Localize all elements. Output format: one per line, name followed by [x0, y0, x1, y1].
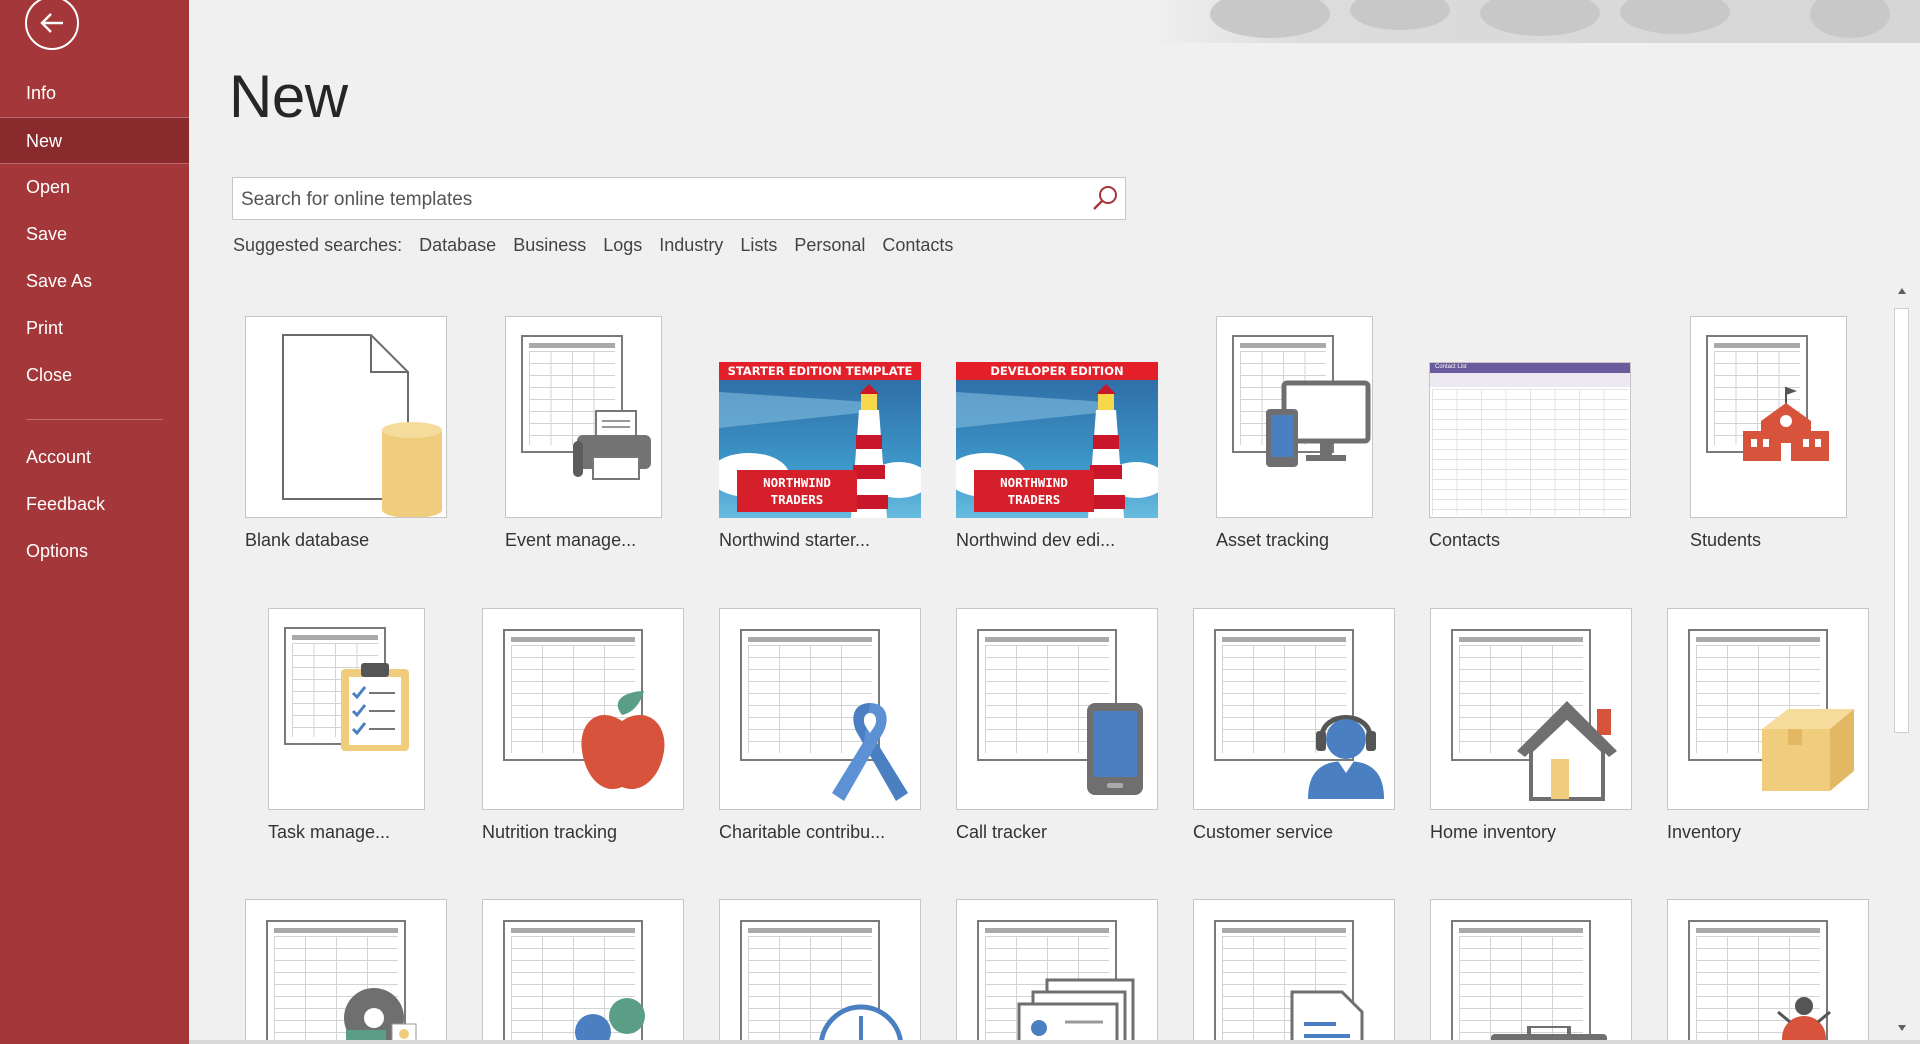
- nav-item-save[interactable]: Save: [0, 211, 189, 258]
- scroll-down-button[interactable]: [1893, 1019, 1911, 1037]
- template-thumbnail: [1667, 899, 1869, 1044]
- nav-item-open[interactable]: Open: [0, 164, 189, 211]
- backstage-nav: Info New Open Save Save As Print Close A…: [0, 70, 189, 575]
- phone-icon: [1087, 703, 1143, 795]
- school-icon: [1743, 387, 1829, 461]
- template-search-box: [232, 177, 1126, 221]
- nav-item-feedback[interactable]: Feedback: [0, 481, 189, 528]
- scroll-up-button[interactable]: [1893, 282, 1911, 300]
- scroll-thumb[interactable]: [1894, 308, 1909, 733]
- template-thumbnail: [1430, 899, 1632, 1044]
- template-label: Asset tracking: [1216, 530, 1330, 550]
- template-thumbnail: STARTER EDITION TEMPLATE NORTHWIND TRADER…: [719, 362, 921, 518]
- template-label: Customer service: [1193, 822, 1334, 842]
- header-decoration: [1150, 0, 1920, 43]
- suggested-searches-label: Suggested searches:: [233, 235, 403, 255]
- back-button[interactable]: [25, 0, 79, 50]
- suggested-link-personal[interactable]: Personal: [794, 235, 865, 256]
- devices-icon: [1266, 380, 1371, 467]
- headset-agent-icon: [1308, 715, 1384, 799]
- template-thumbnail: [268, 608, 425, 810]
- suggested-link-database[interactable]: Database: [419, 235, 496, 256]
- template-thumbnail: [482, 608, 684, 810]
- suggested-link-business[interactable]: Business: [513, 235, 586, 256]
- suggested-link-logs[interactable]: Logs: [603, 235, 642, 256]
- template-thumbnail: [245, 899, 447, 1044]
- house-icon: [1517, 701, 1617, 801]
- template-label: Students: [1690, 530, 1762, 550]
- nav-item-print[interactable]: Print: [0, 305, 189, 352]
- nav-item-new[interactable]: New: [0, 117, 189, 164]
- template-label: Inventory: [1667, 822, 1742, 842]
- template-thumbnail: [505, 316, 662, 518]
- template-label: Event manage...: [505, 530, 637, 550]
- blank-database-icon: [282, 334, 442, 517]
- nav-item-options[interactable]: Options: [0, 528, 189, 575]
- suggested-searches: Suggested searches: Database Business Lo…: [233, 235, 970, 256]
- template-thumbnail: DEVELOPER EDITION TEMPLATE NORTHWINDTRAD…: [956, 362, 1158, 518]
- template-label: Northwind dev edi...: [956, 530, 1116, 550]
- cards-icon: [1017, 978, 1135, 1043]
- template-thumbnail: [956, 899, 1158, 1044]
- template-thumbnail: [719, 899, 921, 1044]
- people-icon: [575, 998, 645, 1043]
- clock-icon: [818, 1004, 904, 1043]
- bottom-border: [189, 1040, 1920, 1044]
- nav-item-info[interactable]: Info: [0, 70, 189, 117]
- suggested-link-industry[interactable]: Industry: [659, 235, 723, 256]
- template-label: Task manage...: [268, 822, 391, 842]
- template-thumbnail: [956, 608, 1158, 810]
- chevron-up-icon: [1898, 288, 1906, 294]
- nav-item-account[interactable]: Account: [0, 434, 189, 481]
- back-arrow-icon: [40, 13, 63, 33]
- template-label: Contacts: [1429, 530, 1501, 550]
- ribbon-icon: [832, 703, 908, 801]
- nav-divider: [26, 419, 163, 420]
- template-thumbnail: Contact List: [1429, 362, 1631, 518]
- template-thumbnail: [245, 316, 447, 518]
- clipboard-checklist-icon: [341, 663, 409, 751]
- template-label: Blank database: [245, 530, 370, 550]
- suggested-link-contacts[interactable]: Contacts: [882, 235, 953, 256]
- template-thumbnail: [1430, 608, 1632, 810]
- template-thumbnail: [482, 899, 684, 1044]
- template-thumbnail: [1690, 316, 1847, 518]
- template-thumbnail: [719, 608, 921, 810]
- template-label: Home inventory: [1430, 822, 1557, 842]
- northwind-logo: NORTHWIND TRADERS: [974, 470, 1094, 512]
- template-thumbnail: [1193, 608, 1395, 810]
- template-label: Northwind starter...: [719, 530, 871, 550]
- event-printer-icon: [573, 410, 651, 480]
- search-input[interactable]: [239, 178, 1083, 221]
- northwind-banner: STARTER EDITION TEMPLATE: [719, 362, 921, 380]
- northwind-logo: NORTHWIND TRADERS: [737, 470, 857, 512]
- nav-item-save-as[interactable]: Save As: [0, 258, 189, 305]
- box-icon: [1762, 709, 1854, 791]
- template-label: Charitable contribu...: [719, 822, 886, 842]
- search-icon[interactable]: [1089, 183, 1121, 215]
- chevron-down-icon: [1898, 1025, 1906, 1031]
- apple-icon: [581, 691, 665, 790]
- northwind-banner: DEVELOPER EDITION TEMPLATE: [956, 362, 1158, 396]
- document-icon: [1290, 990, 1364, 1043]
- disc-icon: [344, 988, 417, 1043]
- template-label: Nutrition tracking: [482, 822, 618, 842]
- page-title: New: [229, 63, 348, 130]
- backstage-sidebar: Info New Open Save Save As Print Close A…: [0, 0, 189, 1044]
- template-thumbnail: [1667, 608, 1869, 810]
- suggested-link-lists[interactable]: Lists: [740, 235, 777, 256]
- nav-item-close[interactable]: Close: [0, 352, 189, 399]
- bug-icon: [1777, 997, 1831, 1043]
- template-thumbnail: [1193, 899, 1395, 1044]
- template-thumbnail: [1216, 316, 1373, 518]
- template-label: Call tracker: [956, 822, 1048, 842]
- vertical-scrollbar[interactable]: [1893, 282, 1911, 1037]
- contact-list-title: Contact List: [1435, 364, 1467, 370]
